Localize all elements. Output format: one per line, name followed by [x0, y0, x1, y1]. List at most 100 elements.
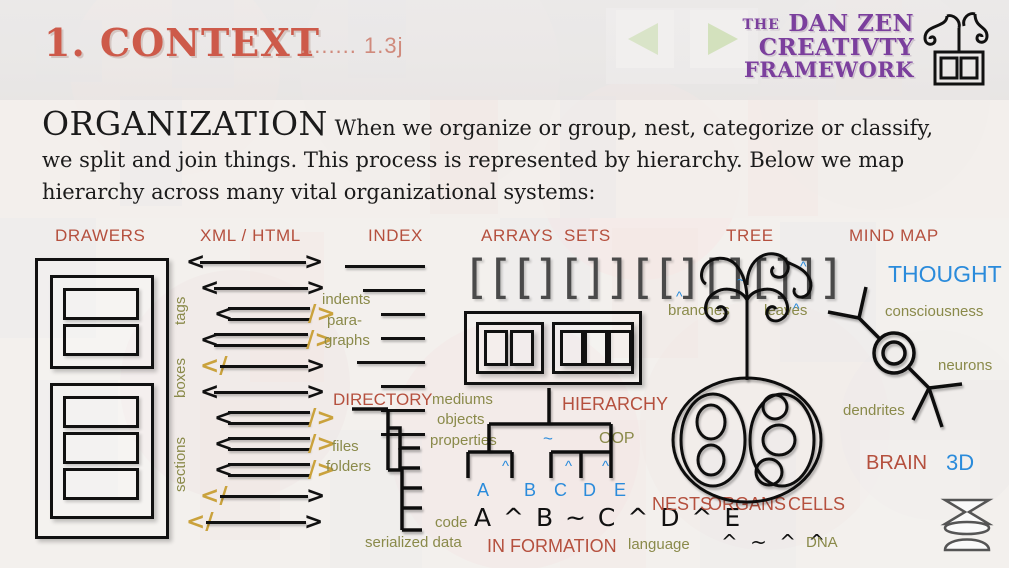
- hierarchy-leaf-c: C: [554, 480, 567, 500]
- index-label-indents: indents: [322, 291, 371, 308]
- sets-label-properties: properties: [430, 432, 497, 449]
- xml-tag-bar: [214, 344, 308, 347]
- xml-tag-row: </>: [200, 353, 325, 379]
- xml-tag-row: </>: [214, 457, 336, 483]
- logo-line-1: THE DAN ZEN: [742, 12, 914, 36]
- xml-tag-bar: [228, 318, 310, 321]
- column-heading-drawers: DRAWERS: [55, 226, 146, 245]
- xml-tag-row: </>: [186, 509, 323, 535]
- drawer-row-2-2: [63, 432, 139, 464]
- mindmap-label-3d: 3D: [946, 450, 975, 475]
- column-heading-arrays: ARRAYS: [481, 226, 554, 245]
- mindmap-label-brain: BRAIN: [866, 452, 928, 474]
- xml-tag-close: >: [306, 353, 326, 379]
- nav-next-button[interactable]: [690, 10, 748, 68]
- page-title: 1. CONTEXT: [44, 20, 320, 65]
- xml-tag-bar: [228, 448, 310, 451]
- xml-tag-row: </>: [214, 301, 336, 327]
- xml-tag-row: < >: [200, 379, 325, 405]
- set-item-1-1: [484, 330, 508, 366]
- logo-danzen: DAN ZEN: [788, 10, 914, 37]
- set-item-2-2: [584, 330, 608, 366]
- xml-tag-close: >: [304, 509, 324, 535]
- index-label-graphs: graphs: [324, 332, 370, 349]
- xml-tag-row: < />: [214, 405, 336, 431]
- version-label: ........ 1.3j: [300, 33, 404, 58]
- directory-label-folders: folders: [326, 458, 372, 475]
- xml-tag-bar: [228, 422, 310, 425]
- hierarchy-oop-label: OOP: [599, 430, 635, 447]
- index-indent-line: [381, 313, 425, 316]
- tree-label-leaves: leaves: [764, 302, 808, 319]
- hierarchy-operator-split-de: ^: [602, 458, 610, 475]
- tree-operator-split-left: ^: [676, 288, 683, 304]
- biology-label-dna: DNA: [806, 534, 838, 551]
- dan-zen-mark-icon: [923, 12, 989, 86]
- set-item-2-1: [560, 330, 584, 366]
- xml-tag-row: </>: [200, 327, 334, 353]
- xml-tag-bar: [228, 411, 310, 414]
- mindmap-label-thought: THOUGHT: [888, 261, 1002, 287]
- drawer-row-2-1: [63, 396, 139, 428]
- column-heading-tree: TREE: [726, 226, 774, 245]
- directory-heading: DIRECTORY: [333, 390, 433, 409]
- drawer-row-1-1: [63, 288, 139, 320]
- logo-line-3: FRAMEWORK: [744, 57, 914, 83]
- xml-tag-row: < >: [186, 249, 323, 275]
- biology-word-organs: ORGANS: [708, 494, 787, 514]
- drawer-row-1-2: [63, 324, 139, 356]
- biology-word-nests: NESTS: [652, 494, 713, 514]
- dan-zen-mark-icon-footer: [940, 498, 994, 552]
- tree-operator-split-top: ^: [800, 258, 807, 274]
- set-item-1-2: [510, 330, 534, 366]
- array-bracket-notation: [[[][]][[][][]]]: [462, 250, 845, 304]
- xml-tag-bar: [200, 261, 306, 264]
- drawer-row-2-3: [63, 468, 139, 500]
- intro-paragraph: ORGANIZATION When we organize or group, …: [42, 107, 962, 208]
- tree-label-branches: branches: [668, 302, 730, 319]
- mindmap-label-dendrites: dendrites: [843, 402, 905, 419]
- xml-tag-bar: [228, 307, 310, 310]
- triangle-left-icon: [628, 23, 658, 55]
- xml-tag-close: >: [304, 249, 324, 275]
- brand-logo[interactable]: THE DAN ZEN CREATIVTY FRAMEWORK: [742, 12, 914, 81]
- xml-tag-bar: [220, 495, 308, 498]
- xml-tag-close: >: [306, 379, 326, 405]
- index-indent-line: [345, 265, 425, 268]
- xml-vertical-label-boxes: boxes: [172, 357, 189, 398]
- hierarchy-footer-in-formation: IN FORMATION: [487, 536, 617, 556]
- xml-tag-close: />: [308, 405, 336, 431]
- hierarchy-leaf-a: A: [477, 480, 490, 500]
- xml-vertical-label-sections: sections: [172, 436, 189, 492]
- xml-tag-close: >: [306, 483, 326, 509]
- intro-lead: ORGANIZATION: [42, 104, 328, 143]
- xml-tag-open: <: [214, 431, 234, 457]
- xml-tag-bar: [228, 437, 310, 440]
- mindmap-label-consciousness: consciousness: [885, 303, 984, 320]
- hierarchy-operator-join-root: ~: [543, 429, 553, 448]
- hierarchy-operator-split-ab: ^: [502, 458, 510, 475]
- biology-label-language: language: [628, 536, 690, 553]
- slide-canvas: 1. CONTEXT ........ 1.3j THE DAN ZEN CRE…: [0, 0, 1009, 568]
- mindmap-label-neurons: neurons: [938, 357, 993, 374]
- xml-tag-bar: [206, 521, 306, 524]
- sets-label-objects: objects: [437, 411, 485, 428]
- xml-tag-open: <: [214, 301, 234, 327]
- tree-operator-join-center: ~: [737, 272, 746, 288]
- hierarchy-leaf-d: D: [583, 480, 596, 500]
- xml-tag-row: </>: [214, 431, 336, 457]
- triangle-right-icon: [708, 23, 738, 55]
- xml-tag-open: <: [214, 457, 234, 483]
- index-indent-line: [381, 337, 425, 340]
- xml-tag-open: <: [214, 405, 234, 431]
- hierarchy-leaf-b: B: [524, 480, 537, 500]
- tree-operator-split-right: ^: [793, 300, 800, 316]
- index-indent-line: [381, 385, 425, 388]
- index-label-code: code: [435, 514, 468, 531]
- index-indent-line: [363, 289, 425, 292]
- nav-prev-button[interactable]: [616, 10, 674, 68]
- hierarchy-operator-split-cd: ^: [565, 458, 573, 475]
- column-heading-xml: XML / HTML: [200, 226, 301, 245]
- column-heading-sets: SETS: [564, 226, 611, 245]
- xml-tag-bar: [214, 287, 308, 290]
